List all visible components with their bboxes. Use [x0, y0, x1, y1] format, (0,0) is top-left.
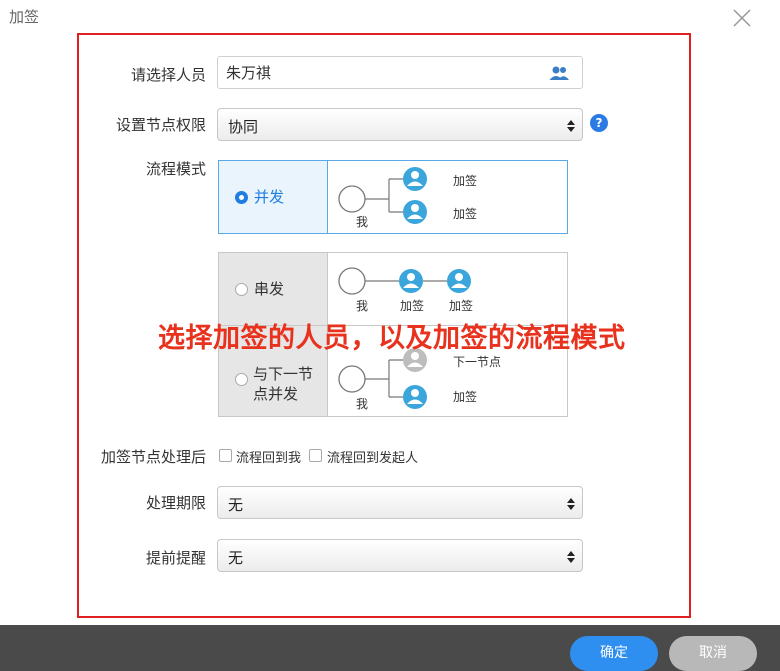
mode-parallel-radio[interactable]: [235, 191, 248, 204]
dialog-footer: 确定 取消: [0, 625, 780, 671]
users-icon[interactable]: [548, 64, 570, 82]
after-label: 加签节点处理后: [100, 448, 206, 466]
reminder-value: 无: [228, 549, 244, 567]
person-label: 请选择人员: [130, 66, 206, 84]
person-field[interactable]: [217, 56, 583, 89]
updown-arrows-icon: [567, 496, 575, 510]
close-icon[interactable]: [732, 8, 752, 28]
mode-serial-label: 串发: [254, 280, 285, 298]
parallel-me-label: 我: [356, 215, 369, 229]
permission-value: 协同: [228, 118, 259, 136]
serial-me-label: 我: [356, 299, 369, 313]
mode-serial-radio[interactable]: [235, 283, 248, 296]
permission-select[interactable]: 协同: [217, 108, 583, 141]
ok-button[interactable]: 确定: [570, 636, 658, 671]
parallel-node1-label: 加签: [453, 174, 478, 188]
mode-next-label-line2: 点并发: [253, 385, 299, 403]
mode-next-label-line1: 与下一节: [253, 365, 314, 383]
next-me-label: 我: [356, 397, 369, 411]
parallel-node2-label: 加签: [453, 207, 478, 221]
mode-label: 流程模式: [145, 160, 206, 178]
updown-arrows-icon: [567, 118, 575, 132]
next-node2-label: 加签: [453, 390, 478, 404]
reminder-select[interactable]: 无: [217, 539, 583, 572]
annotation-text: 选择加签的人员，以及加签的流程模式: [158, 323, 626, 354]
serial-node1-label: 加签: [400, 299, 425, 313]
mode-next-parallel-radio[interactable]: [235, 373, 248, 386]
help-icon[interactable]: ?: [590, 114, 608, 132]
reminder-label: 提前提醒: [145, 549, 206, 567]
person-input[interactable]: [226, 57, 536, 88]
deadline-label: 处理期限: [145, 494, 206, 512]
mode-serial-option[interactable]: 串发: [219, 253, 328, 325]
dialog-title: 加签: [9, 8, 40, 26]
return-to-initiator-label: 流程回到发起人: [327, 451, 419, 466]
deadline-value: 无: [228, 496, 244, 514]
updown-arrows-icon: [567, 549, 575, 563]
next-node1-label: 下一节点: [453, 355, 502, 369]
serial-node2-label: 加签: [449, 299, 474, 313]
mode-serial[interactable]: 串发 我 加签 加签: [218, 252, 568, 326]
serial-diagram: [338, 267, 471, 295]
return-to-initiator-checkbox[interactable]: [309, 449, 322, 462]
permission-label: 设置节点权限: [115, 116, 206, 134]
mode-parallel-option[interactable]: 并发: [219, 161, 328, 233]
return-to-me-label: 流程回到我: [236, 451, 302, 466]
mode-parallel-label: 并发: [254, 188, 285, 206]
cancel-button[interactable]: 取消: [669, 636, 757, 671]
deadline-select[interactable]: 无: [217, 486, 583, 519]
return-to-me-checkbox[interactable]: [219, 449, 232, 462]
mode-parallel[interactable]: 并发 我 加签 加签: [218, 160, 568, 234]
